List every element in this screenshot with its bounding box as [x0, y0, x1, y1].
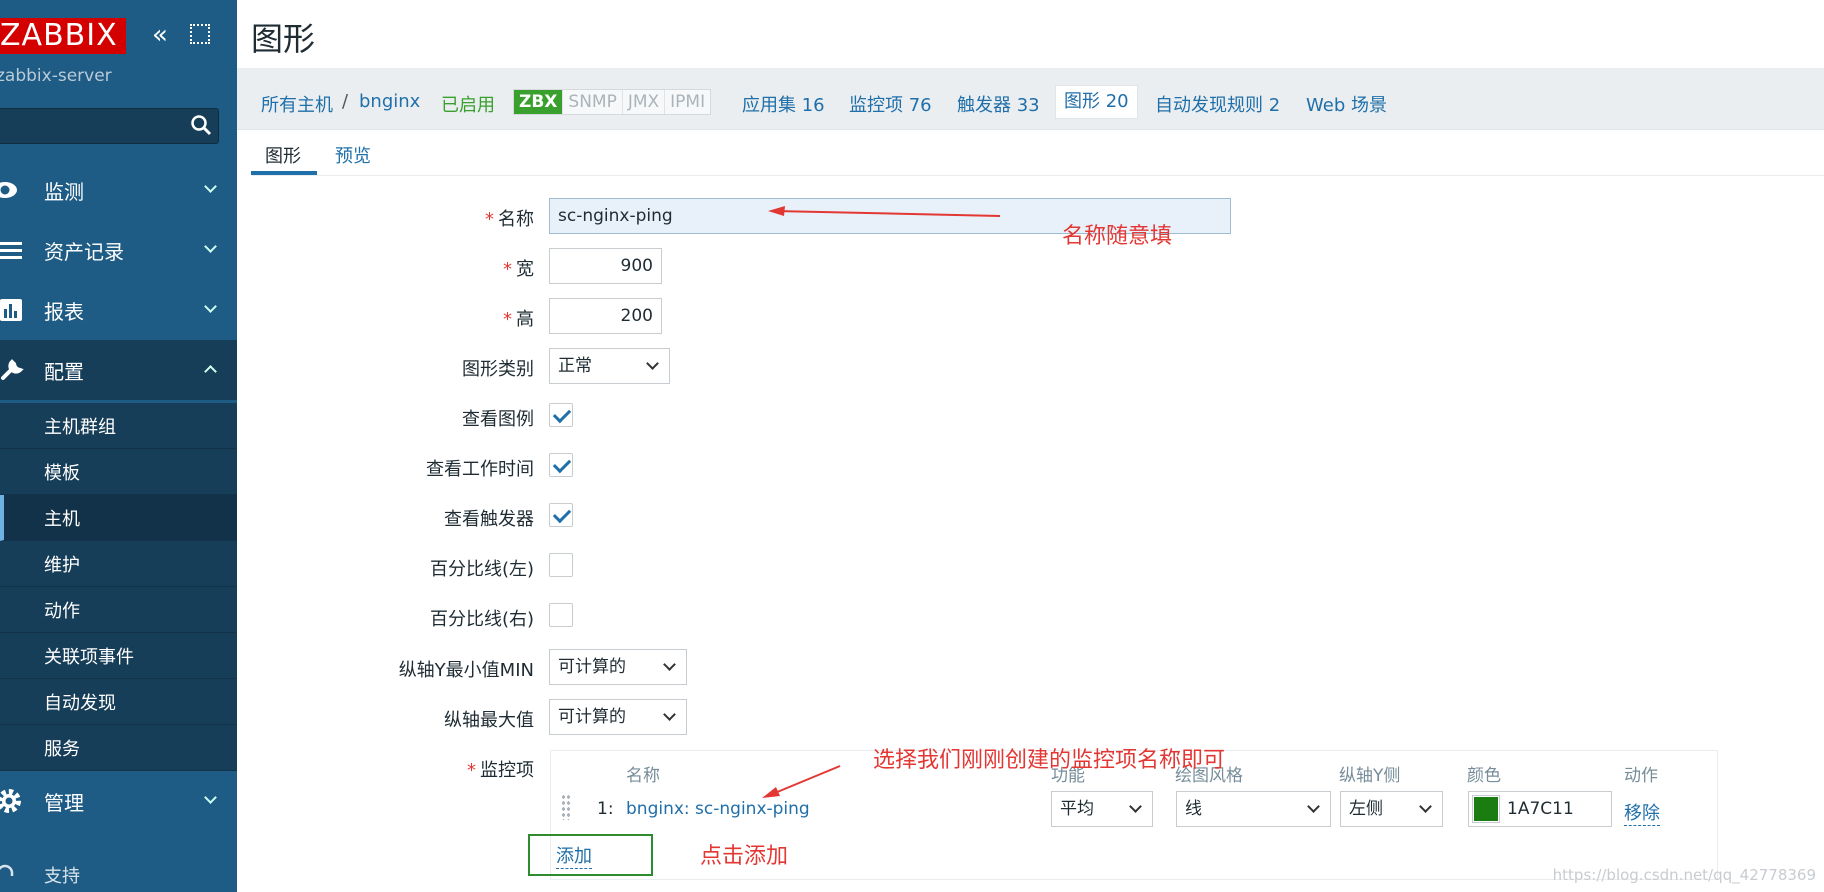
- annotation-add-note: 点击添加: [700, 844, 789, 869]
- watermark: https://blog.csdn.net/qq_42778369: [1552, 866, 1816, 884]
- annotation-item-note: 选择我们刚刚创建的监控项名称即可: [873, 748, 1226, 773]
- annotation-name-note: 名称随意填: [1062, 224, 1173, 249]
